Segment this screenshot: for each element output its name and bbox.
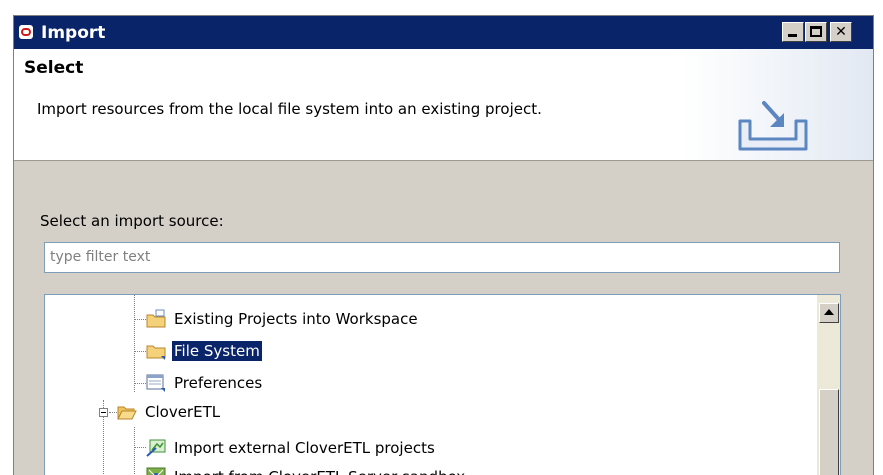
page-title: Select [24, 58, 84, 78]
maximize-icon [810, 26, 822, 37]
tree-guide-line [134, 319, 146, 320]
folder-icon [146, 345, 166, 360]
tree-item[interactable]: CloverETL [117, 400, 222, 424]
tree-item-label: CloverETL [145, 403, 221, 421]
page-description: Import resources from the local file sys… [37, 100, 542, 118]
tree-guide-line [134, 427, 135, 475]
tree-guide-line [109, 412, 117, 413]
oracle-app-icon [19, 25, 33, 39]
tree-item[interactable]: File System [146, 339, 262, 363]
tree-item-label: Import external CloverETL projects [174, 439, 435, 457]
minimize-button[interactable] [782, 22, 804, 42]
close-icon: ✕ [835, 24, 847, 40]
maximize-button[interactable] [805, 22, 827, 42]
tree-guide-line [134, 295, 135, 392]
filter-placeholder: type filter text [50, 249, 151, 265]
import-wizard-icon [738, 101, 808, 151]
scroll-up-button[interactable] [819, 303, 839, 323]
tree-guide-line [134, 447, 146, 448]
scroll-thumb[interactable] [819, 389, 839, 475]
open-folder-icon [117, 406, 137, 420]
vertical-scrollbar[interactable] [817, 295, 840, 475]
import-source-tree[interactable]: Existing Projects into Workspace File Sy… [44, 294, 841, 475]
title-bar[interactable]: Import ✕ [14, 16, 873, 49]
tree-guide-line [134, 383, 146, 384]
close-button[interactable]: ✕ [830, 22, 852, 42]
import-dialog: Import ✕ Select Import resources from th… [13, 15, 874, 475]
tree-item[interactable]: Existing Projects into Workspace [146, 307, 420, 331]
preferences-icon [146, 374, 165, 392]
tree-item-label: Preferences [174, 374, 263, 392]
wizard-header: Select Import resources from the local f… [14, 49, 873, 161]
tree-item-label: File System [172, 341, 262, 361]
minimize-icon [788, 34, 797, 37]
tree-item[interactable]: Preferences [146, 371, 264, 395]
tree-item[interactable]: Import external CloverETL projects [146, 436, 437, 460]
tree-item-label: Existing Projects into Workspace [174, 310, 418, 328]
filter-input[interactable]: type filter text [44, 242, 840, 273]
collapse-toggle[interactable] [99, 408, 108, 417]
project-folder-icon [146, 309, 166, 328]
window-title: Import [41, 23, 106, 43]
import-source-label: Select an import source: [40, 212, 224, 230]
tree-guide-line [134, 351, 146, 352]
clover-project-icon [146, 439, 166, 457]
